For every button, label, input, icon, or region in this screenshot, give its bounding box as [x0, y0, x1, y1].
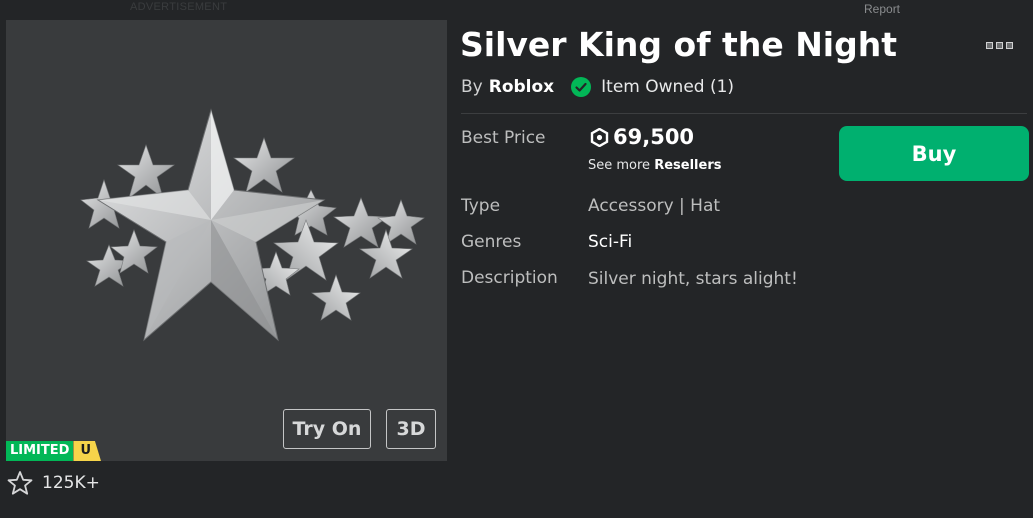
- favorite-count: 125K+: [42, 473, 100, 493]
- limited-label: LIMITED: [6, 441, 74, 461]
- view-3d-button[interactable]: 3D: [386, 409, 436, 449]
- star-crown-hat-image: [80, 108, 425, 342]
- ellipsis-icon: [1006, 41, 1013, 49]
- advertisement-label: ADVERTISEMENT: [130, 1, 228, 13]
- genres-label: Genres: [461, 232, 522, 252]
- price-amount: 69,500: [613, 125, 695, 149]
- creator-row: By Roblox Item Owned (1): [461, 77, 734, 97]
- limited-unique-label: U: [73, 441, 101, 461]
- limited-badge: LIMITED U: [6, 441, 101, 461]
- try-on-button[interactable]: Try On: [283, 409, 371, 449]
- type-label: Type: [461, 196, 501, 216]
- see-more-prefix: See more: [588, 158, 651, 173]
- see-more-resellers-link[interactable]: See more Resellers: [588, 158, 721, 173]
- favorite-button[interactable]: 125K+: [7, 470, 100, 496]
- more-options-button[interactable]: [986, 38, 1016, 52]
- genres-value[interactable]: Sci-Fi: [588, 232, 632, 252]
- ellipsis-icon: [996, 41, 1003, 49]
- description-value: Silver night, stars alight!: [588, 269, 798, 289]
- creator-link[interactable]: Roblox: [489, 77, 554, 97]
- report-link[interactable]: Report: [864, 2, 900, 16]
- buy-button[interactable]: Buy: [839, 126, 1029, 181]
- ellipsis-icon: [986, 41, 993, 49]
- best-price-label: Best Price: [461, 128, 546, 148]
- price-display: 69,500: [590, 125, 694, 149]
- item-title: Silver King of the Night: [460, 25, 898, 64]
- resellers-link-text: Resellers: [654, 158, 722, 173]
- item-thumbnail[interactable]: Try On 3D: [6, 20, 447, 461]
- robux-icon: [590, 127, 609, 147]
- star-outline-icon: [7, 471, 33, 495]
- description-label: Description: [461, 268, 558, 288]
- check-circle-icon: [571, 77, 592, 97]
- by-label: By: [461, 77, 483, 97]
- type-value: Accessory | Hat: [588, 196, 721, 216]
- item-owned-status: Item Owned (1): [601, 77, 735, 97]
- divider: [461, 113, 1027, 114]
